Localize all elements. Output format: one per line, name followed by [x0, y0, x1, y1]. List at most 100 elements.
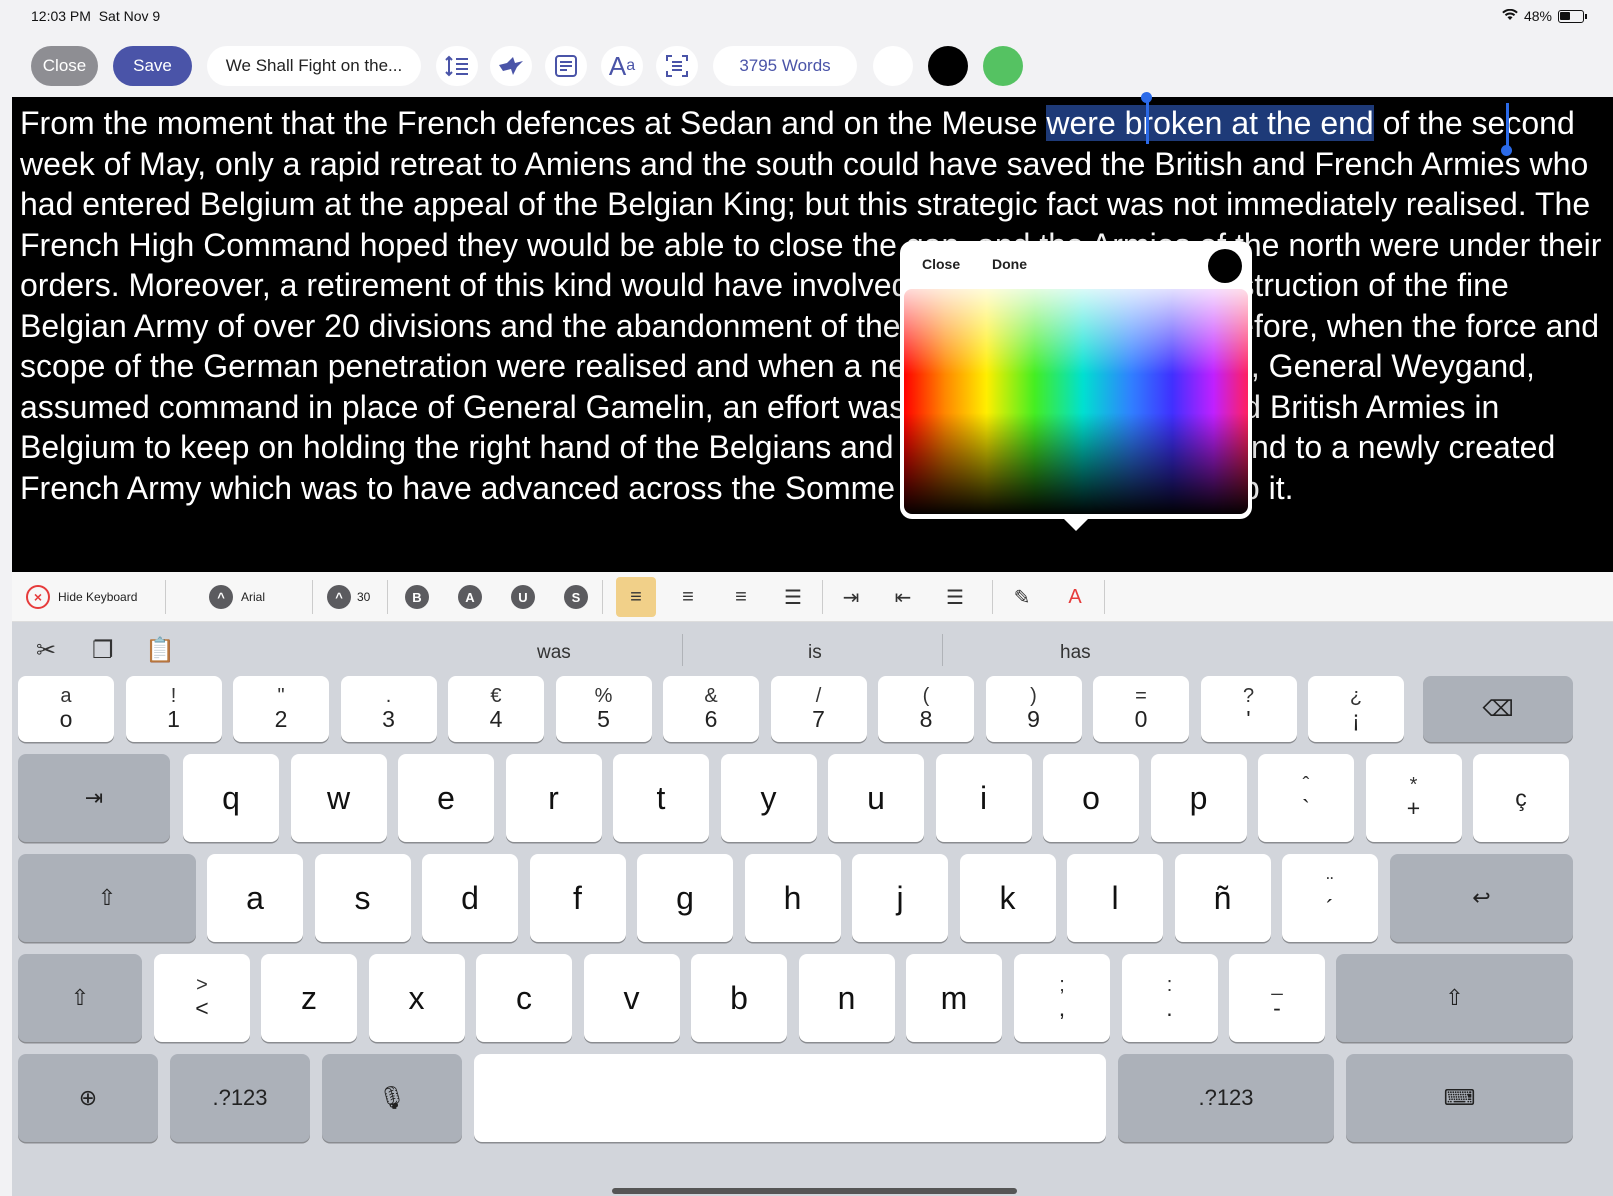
key-row1-9[interactable]: ) 9 — [985, 676, 1082, 742]
outdent-icon[interactable]: ⇤ — [883, 577, 923, 617]
key-p[interactable]: p — [1150, 754, 1247, 842]
key-j[interactable]: j — [852, 854, 948, 942]
font-picker-button[interactable]: ^ Arial — [209, 582, 265, 612]
notes-icon[interactable] — [545, 46, 587, 86]
key-l[interactable]: l — [1067, 854, 1163, 942]
italic-button[interactable]: A — [458, 582, 482, 612]
key-b[interactable]: b — [691, 954, 787, 1042]
key-i[interactable]: i — [935, 754, 1032, 842]
key-row1-10[interactable]: = 0 — [1093, 676, 1189, 742]
key-row2-extra-2[interactable]: ç — [1473, 754, 1569, 842]
key-row3-extra[interactable]: ¨ ´ — [1282, 854, 1378, 942]
document-scan-icon[interactable] — [656, 46, 698, 86]
text-color-button[interactable]: A — [1055, 577, 1095, 617]
key-row2-extra-0[interactable]: ˆ ` — [1258, 754, 1354, 842]
key-ñ[interactable]: ñ — [1174, 854, 1271, 942]
return-key[interactable]: ↩ — [1390, 854, 1573, 942]
globe-key[interactable]: ⊕ — [18, 1054, 158, 1142]
hide-keyboard-button[interactable]: × Hide Keyboard — [26, 582, 137, 612]
key-m[interactable]: m — [906, 954, 1002, 1042]
picker-close-button[interactable]: Close — [922, 256, 960, 272]
font-size-button[interactable]: ^ 30 — [327, 582, 370, 612]
key-t[interactable]: t — [613, 754, 709, 842]
key-row4-extra-1[interactable]: :. — [1121, 954, 1218, 1042]
key-row1-4[interactable]: €4 — [448, 676, 544, 742]
list-icon[interactable]: ☰ — [935, 577, 975, 617]
text-editor[interactable]: From the moment that the French defences… — [12, 97, 1613, 572]
key-row1-8[interactable]: (8 — [878, 676, 974, 742]
key-row1-11[interactable]: ? ' — [1200, 676, 1297, 742]
copy-icon[interactable]: ❐ — [92, 636, 114, 665]
hide-keyboard-key[interactable]: ⌨ — [1346, 1054, 1573, 1142]
key-e[interactable]: e — [398, 754, 494, 842]
numbers-key-left[interactable]: .?123 — [170, 1054, 310, 1142]
key-w[interactable]: w — [290, 754, 387, 842]
key-q[interactable]: q — [183, 754, 279, 842]
picker-done-button[interactable]: Done — [992, 256, 1027, 272]
strikethrough-button[interactable]: S — [564, 582, 588, 612]
shift-right-key[interactable]: ⇧ — [1336, 954, 1573, 1042]
document-title-button[interactable]: We Shall Fight on the... — [207, 46, 421, 86]
align-justify-icon[interactable]: ☰ — [773, 577, 813, 617]
align-center-icon[interactable]: ≡ — [668, 577, 708, 617]
key-d[interactable]: d — [422, 854, 518, 942]
key-f[interactable]: f — [529, 854, 626, 942]
key-y[interactable]: y — [720, 754, 817, 842]
key-h[interactable]: h — [744, 854, 841, 942]
key-row4-first[interactable]: > < — [154, 954, 250, 1042]
key-row1-12[interactable]: ¿ ¡ — [1308, 676, 1404, 742]
key-row1-6[interactable]: & 6 — [663, 676, 759, 742]
swatch-white[interactable] — [873, 46, 913, 86]
save-button[interactable]: Save — [113, 46, 192, 86]
selection-start-handle[interactable] — [1146, 99, 1149, 144]
key-s[interactable]: s — [314, 854, 411, 942]
swatch-black[interactable] — [928, 46, 968, 86]
line-spacing-icon[interactable] — [436, 46, 478, 86]
key-z[interactable]: z — [261, 954, 357, 1042]
selection-end-dot[interactable] — [1501, 145, 1512, 156]
key-c[interactable]: c — [476, 954, 572, 1042]
close-button[interactable]: Close — [31, 46, 98, 86]
key-n[interactable]: n — [798, 954, 895, 1042]
key-a[interactable]: a — [207, 854, 303, 942]
paste-icon[interactable]: 📋 — [145, 636, 175, 665]
suggestion-3[interactable]: has — [1060, 642, 1091, 664]
editor-selection[interactable]: were broken at the end — [1046, 105, 1374, 141]
key-row2-extra-1[interactable]: * + — [1365, 754, 1462, 842]
align-right-icon[interactable]: ≡ — [721, 577, 761, 617]
underline-button[interactable]: U — [511, 582, 535, 612]
font-size-icon[interactable]: Aa — [601, 46, 643, 86]
key-r[interactable]: r — [505, 754, 602, 842]
microphone-key[interactable]: 🎙 — [322, 1054, 462, 1142]
caps-lock-key[interactable]: ⇧ — [18, 854, 196, 942]
highlighter-icon[interactable]: ✎ — [1002, 577, 1042, 617]
indent-icon[interactable]: ⇥ — [831, 577, 871, 617]
scissors-icon[interactable]: ✂ — [36, 636, 56, 665]
tab-key[interactable]: ⇥ — [18, 754, 170, 842]
bold-button[interactable]: B — [405, 582, 429, 612]
key-row1-7[interactable]: /7 — [770, 676, 867, 742]
key-k[interactable]: k — [959, 854, 1056, 942]
key-x[interactable]: x — [368, 954, 465, 1042]
swatch-green[interactable] — [983, 46, 1023, 86]
bird-icon[interactable] — [490, 46, 532, 86]
delete-key[interactable]: ⌫ — [1423, 676, 1573, 742]
key-v[interactable]: v — [583, 954, 680, 1042]
align-left-icon[interactable]: ≡ — [616, 577, 656, 617]
selection-start-dot[interactable] — [1141, 92, 1152, 103]
key-row1-0[interactable]: ao — [18, 676, 114, 742]
color-spectrum[interactable] — [904, 289, 1248, 514]
key-o[interactable]: o — [1043, 754, 1139, 842]
key-row4-extra-2[interactable]: _ - — [1229, 954, 1325, 1042]
key-g[interactable]: g — [637, 854, 733, 942]
key-row1-3[interactable]: .3 — [340, 676, 437, 742]
key-row1-2[interactable]: " 2 — [233, 676, 329, 742]
word-count-button[interactable]: 3795 Words — [713, 46, 857, 86]
selection-end-handle[interactable] — [1506, 103, 1509, 148]
suggestion-2[interactable]: is — [808, 642, 822, 664]
numbers-key-right[interactable]: .?123 — [1118, 1054, 1334, 1142]
key-row4-extra-0[interactable]: ;, — [1014, 954, 1110, 1042]
shift-left-key[interactable]: ⇧ — [18, 954, 142, 1042]
key-row1-1[interactable]: ! 1 — [125, 676, 222, 742]
key-row1-5[interactable]: % 5 — [555, 676, 652, 742]
